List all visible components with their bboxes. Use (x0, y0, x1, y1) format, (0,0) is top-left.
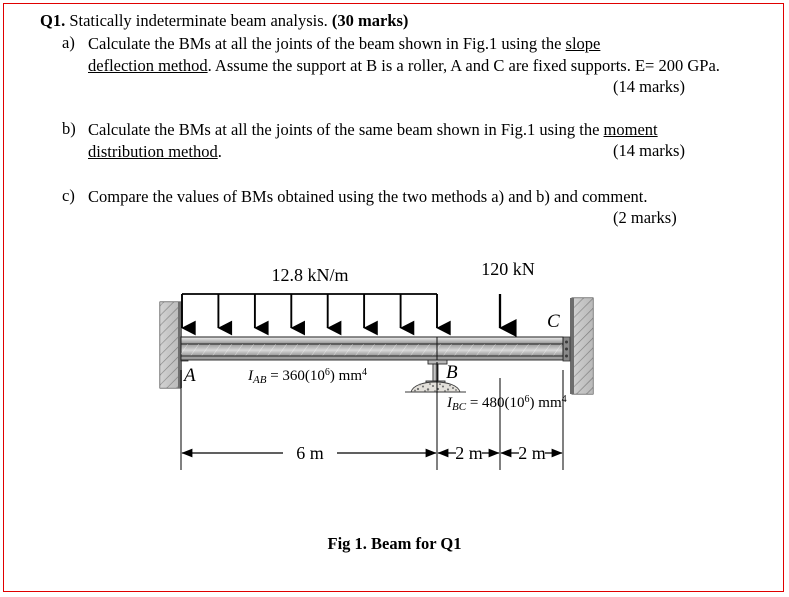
part-b-underline-1: moment (603, 120, 658, 139)
part-a-underline-2: deflection method (88, 56, 208, 75)
part-c-letter: c) (62, 186, 75, 205)
question-number: Q1. (40, 11, 66, 30)
part-a-line-1: Calculate the BMs at all the joints of t… (88, 34, 601, 53)
part-c-body: Compare the values of BMs obtained using… (88, 186, 748, 208)
part-a-body: Calculate the BMs at all the joints of t… (88, 33, 748, 77)
part-b-line-1: Calculate the BMs at all the joints of t… (88, 120, 658, 139)
question-title-text: Statically indeterminate beam analysis. (69, 11, 328, 30)
part-b-letter: b) (62, 119, 76, 138)
figure-caption: Fig 1. Beam for Q1 (327, 534, 462, 553)
part-b-line-2: distribution method. (88, 142, 222, 161)
part-a-underline-1: slope (565, 34, 601, 53)
part-b-underline-2: distribution method (88, 142, 218, 161)
part-a-marks: (14 marks) (613, 77, 685, 96)
part-a-line-3: E= 200 GPa. (634, 56, 720, 75)
question-title: Q1. Statically indeterminate beam analys… (40, 11, 408, 31)
part-c-line-1: Compare the values of BMs obtained using… (88, 187, 648, 206)
question-title-marks: (30 marks) (331, 11, 409, 30)
part-a-line-2: deflection method. Assume the support at… (88, 56, 631, 75)
part-c-marks: (2 marks) (613, 208, 677, 227)
question-block: Q1. Statically indeterminate beam analys… (0, 0, 789, 240)
part-b-marks: (14 marks) (613, 141, 685, 160)
part-a-letter: a) (62, 33, 75, 52)
